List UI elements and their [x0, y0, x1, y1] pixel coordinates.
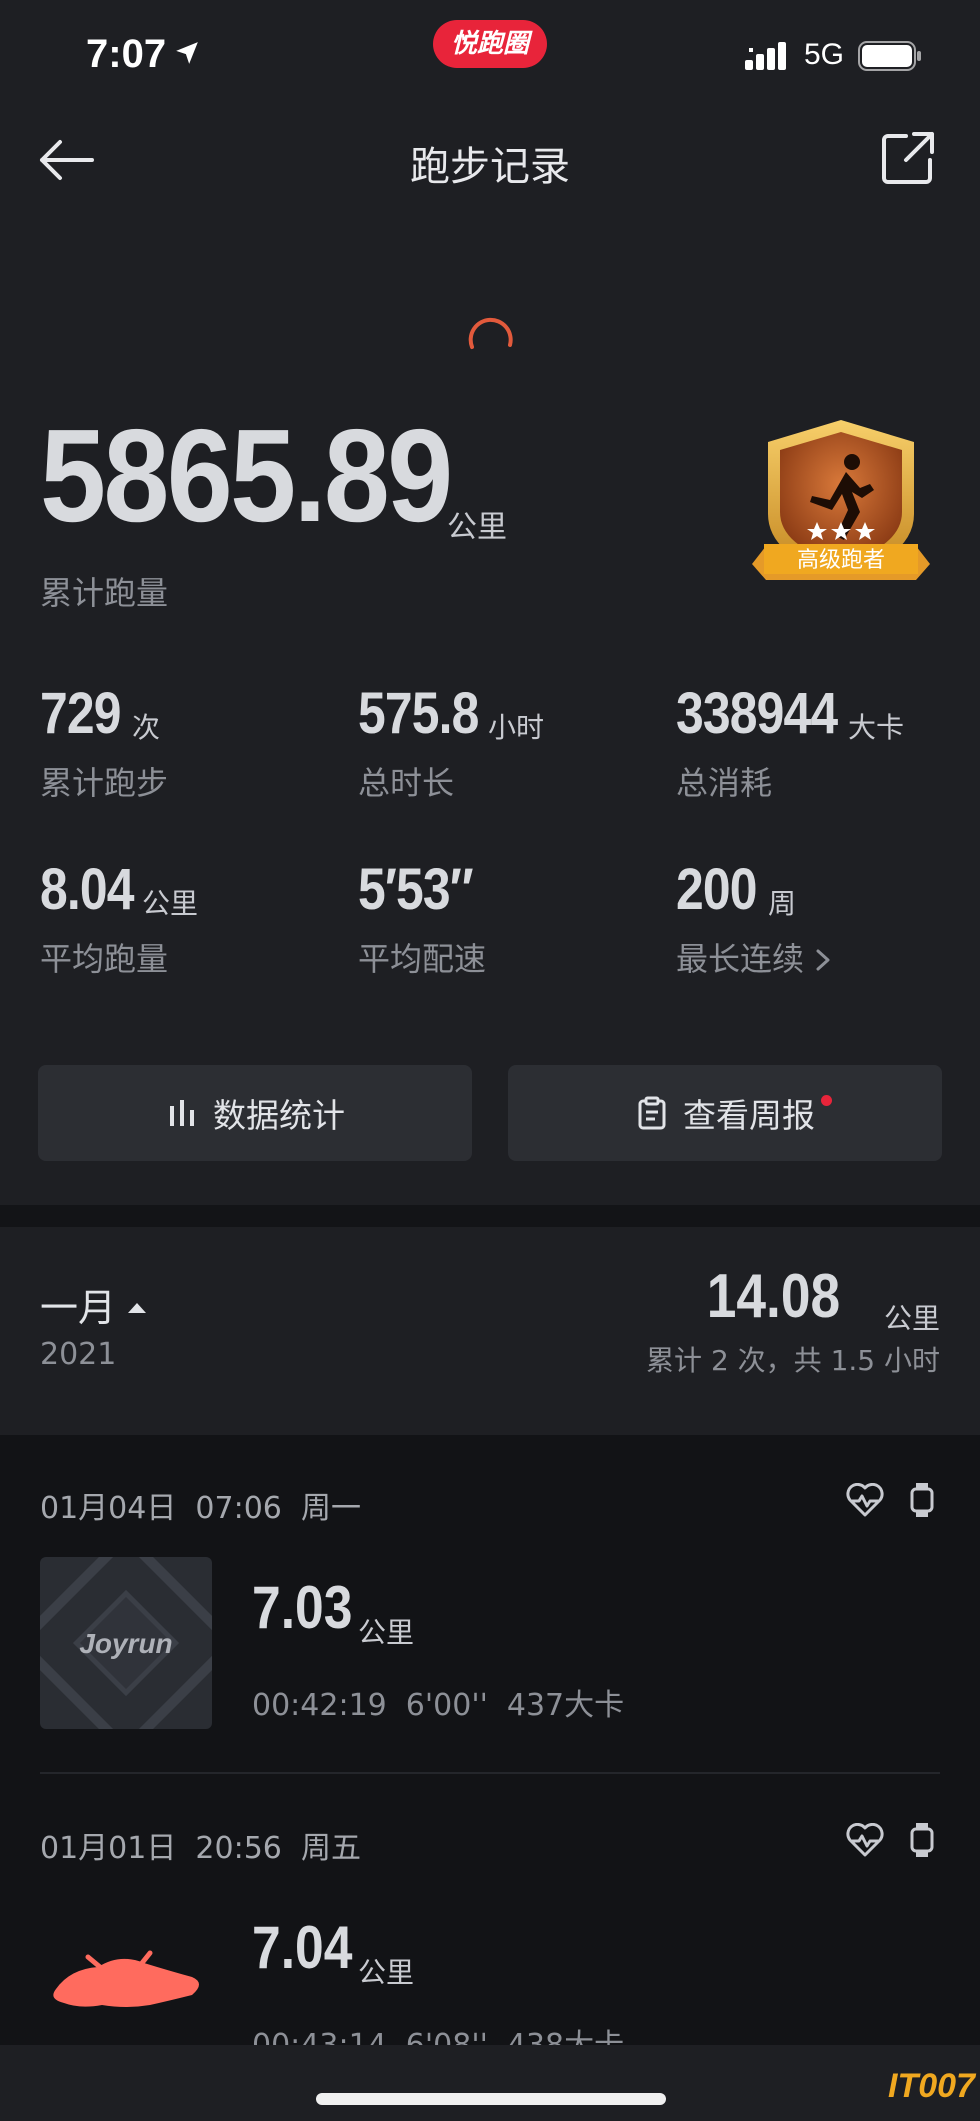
record-meta: 00:42:19 6'00'' 437大卡	[252, 1688, 625, 1723]
total-distance-label: 累计跑量	[40, 574, 169, 612]
watch-icon	[910, 1483, 934, 1517]
route-map-thumbnail	[53, 1950, 200, 2007]
joyrun-thumbnail: Joyrun	[40, 1557, 212, 1729]
status-time: 7:07	[86, 32, 167, 76]
stat-unit: 小时	[488, 711, 545, 744]
section-divider	[0, 1205, 980, 1227]
month-distance-unit: 公里	[883, 1302, 940, 1335]
month-label: 一月	[40, 1286, 117, 1330]
clipboard-icon	[638, 1096, 666, 1130]
heart-rate-icon	[846, 1823, 884, 1857]
stat-total-duration: 575.8 小时 总时长	[358, 680, 544, 802]
stat-average-distance: 8.04 公里 平均跑量	[40, 856, 198, 978]
chevron-right-icon	[816, 949, 830, 971]
watermark: IT007	[888, 2067, 975, 2105]
record-unit: 公里	[358, 1956, 415, 1989]
badge-label: 高级跑者	[797, 548, 885, 573]
stat-unit: 周	[768, 887, 797, 920]
stat-value: 575.8	[358, 681, 479, 746]
stat-label: 累计跑步	[40, 764, 169, 802]
month-distance-value: 14.08	[706, 1262, 840, 1331]
data-statistics-label: 数据统计	[213, 1096, 345, 1135]
record-divider	[40, 1772, 940, 1774]
loading-spinner-icon	[468, 317, 513, 349]
location-arrow-icon	[176, 42, 198, 64]
thumbnail-logo-text: Joyrun	[79, 1628, 172, 1659]
stat-value: 729	[40, 681, 122, 746]
stat-label-text: 最长连续	[676, 940, 805, 978]
month-summary-text: 累计 2 次，共 1.5 小时	[646, 1344, 940, 1377]
year-label: 2021	[40, 1337, 117, 1372]
run-record-item[interactable]: 01月04日 07:06 周一 Joyrun 7.03 公里 00:42:19 …	[0, 1435, 980, 1775]
record-unit: 公里	[358, 1616, 415, 1649]
stat-label: 总消耗	[676, 764, 773, 802]
record-date: 01月04日 07:06 周一	[40, 1491, 361, 1526]
runner-badge-icon[interactable]: 高级跑者	[748, 418, 934, 594]
heart-rate-icon	[846, 1483, 884, 1517]
run-record-item[interactable]: 01月01日 20:56 周五 7.04 公里 00:43:14 6'08'' …	[0, 1775, 980, 2045]
total-distance-unit: 公里	[447, 510, 507, 545]
stat-unit: 公里	[142, 887, 199, 920]
stat-total-calories: 338944 大卡 总消耗	[676, 680, 904, 802]
stat-label: 最长连续	[676, 934, 832, 980]
data-statistics-button[interactable]: 数据统计	[38, 1065, 472, 1161]
status-bar: 7:07 悦跑圈 5G	[0, 0, 980, 110]
battery-icon	[858, 41, 921, 71]
run-record-list: 01月04日 07:06 周一 Joyrun 7.03 公里 00:42:19 …	[0, 1435, 980, 2045]
stat-longest-streak[interactable]: 200 周 最长连续	[676, 856, 830, 978]
stat-average-pace: 5′53″ 平均配速	[358, 856, 491, 978]
record-date: 01月01日 20:56 周五	[40, 1831, 361, 1866]
stat-label: 总时长	[358, 764, 455, 802]
month-summary: 一月 2021 14.08 公里 累计 2 次，共 1.5 小时	[0, 1227, 980, 1435]
record-meta: 00:43:14 6'08'' 438大卡	[252, 2020, 624, 2045]
total-distance-value: 5865.89	[40, 402, 453, 549]
record-distance: 7.04	[252, 1914, 353, 1981]
weekly-report-label: 查看周报	[683, 1096, 815, 1135]
record-distance: 7.03	[252, 1574, 353, 1641]
stat-label: 平均跑量	[40, 940, 169, 978]
notification-dot	[821, 1095, 832, 1106]
stat-unit: 次	[132, 711, 161, 744]
watch-icon	[910, 1823, 934, 1857]
stat-label: 平均配速	[358, 940, 487, 978]
stat-value: 200	[676, 857, 758, 922]
stat-unit: 大卡	[848, 711, 905, 744]
bar-chart-icon	[170, 1100, 194, 1126]
home-indicator[interactable]	[316, 2093, 666, 2105]
weekly-report-button[interactable]: 查看周报	[508, 1065, 942, 1161]
caret-up-icon	[128, 1303, 147, 1313]
stat-value: 338944	[676, 681, 838, 746]
carrier-badge: 悦跑圈	[433, 20, 547, 68]
network-label: 5G	[804, 38, 845, 71]
page-title: 跑步记录	[410, 144, 570, 190]
home-indicator-area: IT007	[0, 2045, 980, 2121]
navigation-bar: 跑步记录	[0, 110, 980, 210]
stat-value: 5′53″	[358, 857, 474, 922]
stat-value: 8.04	[40, 857, 135, 922]
month-selector[interactable]: 一月	[40, 1277, 147, 1332]
signal-icon	[745, 42, 786, 70]
stat-run-count: 729 次 累计跑步	[40, 680, 168, 802]
share-icon[interactable]	[880, 130, 936, 186]
